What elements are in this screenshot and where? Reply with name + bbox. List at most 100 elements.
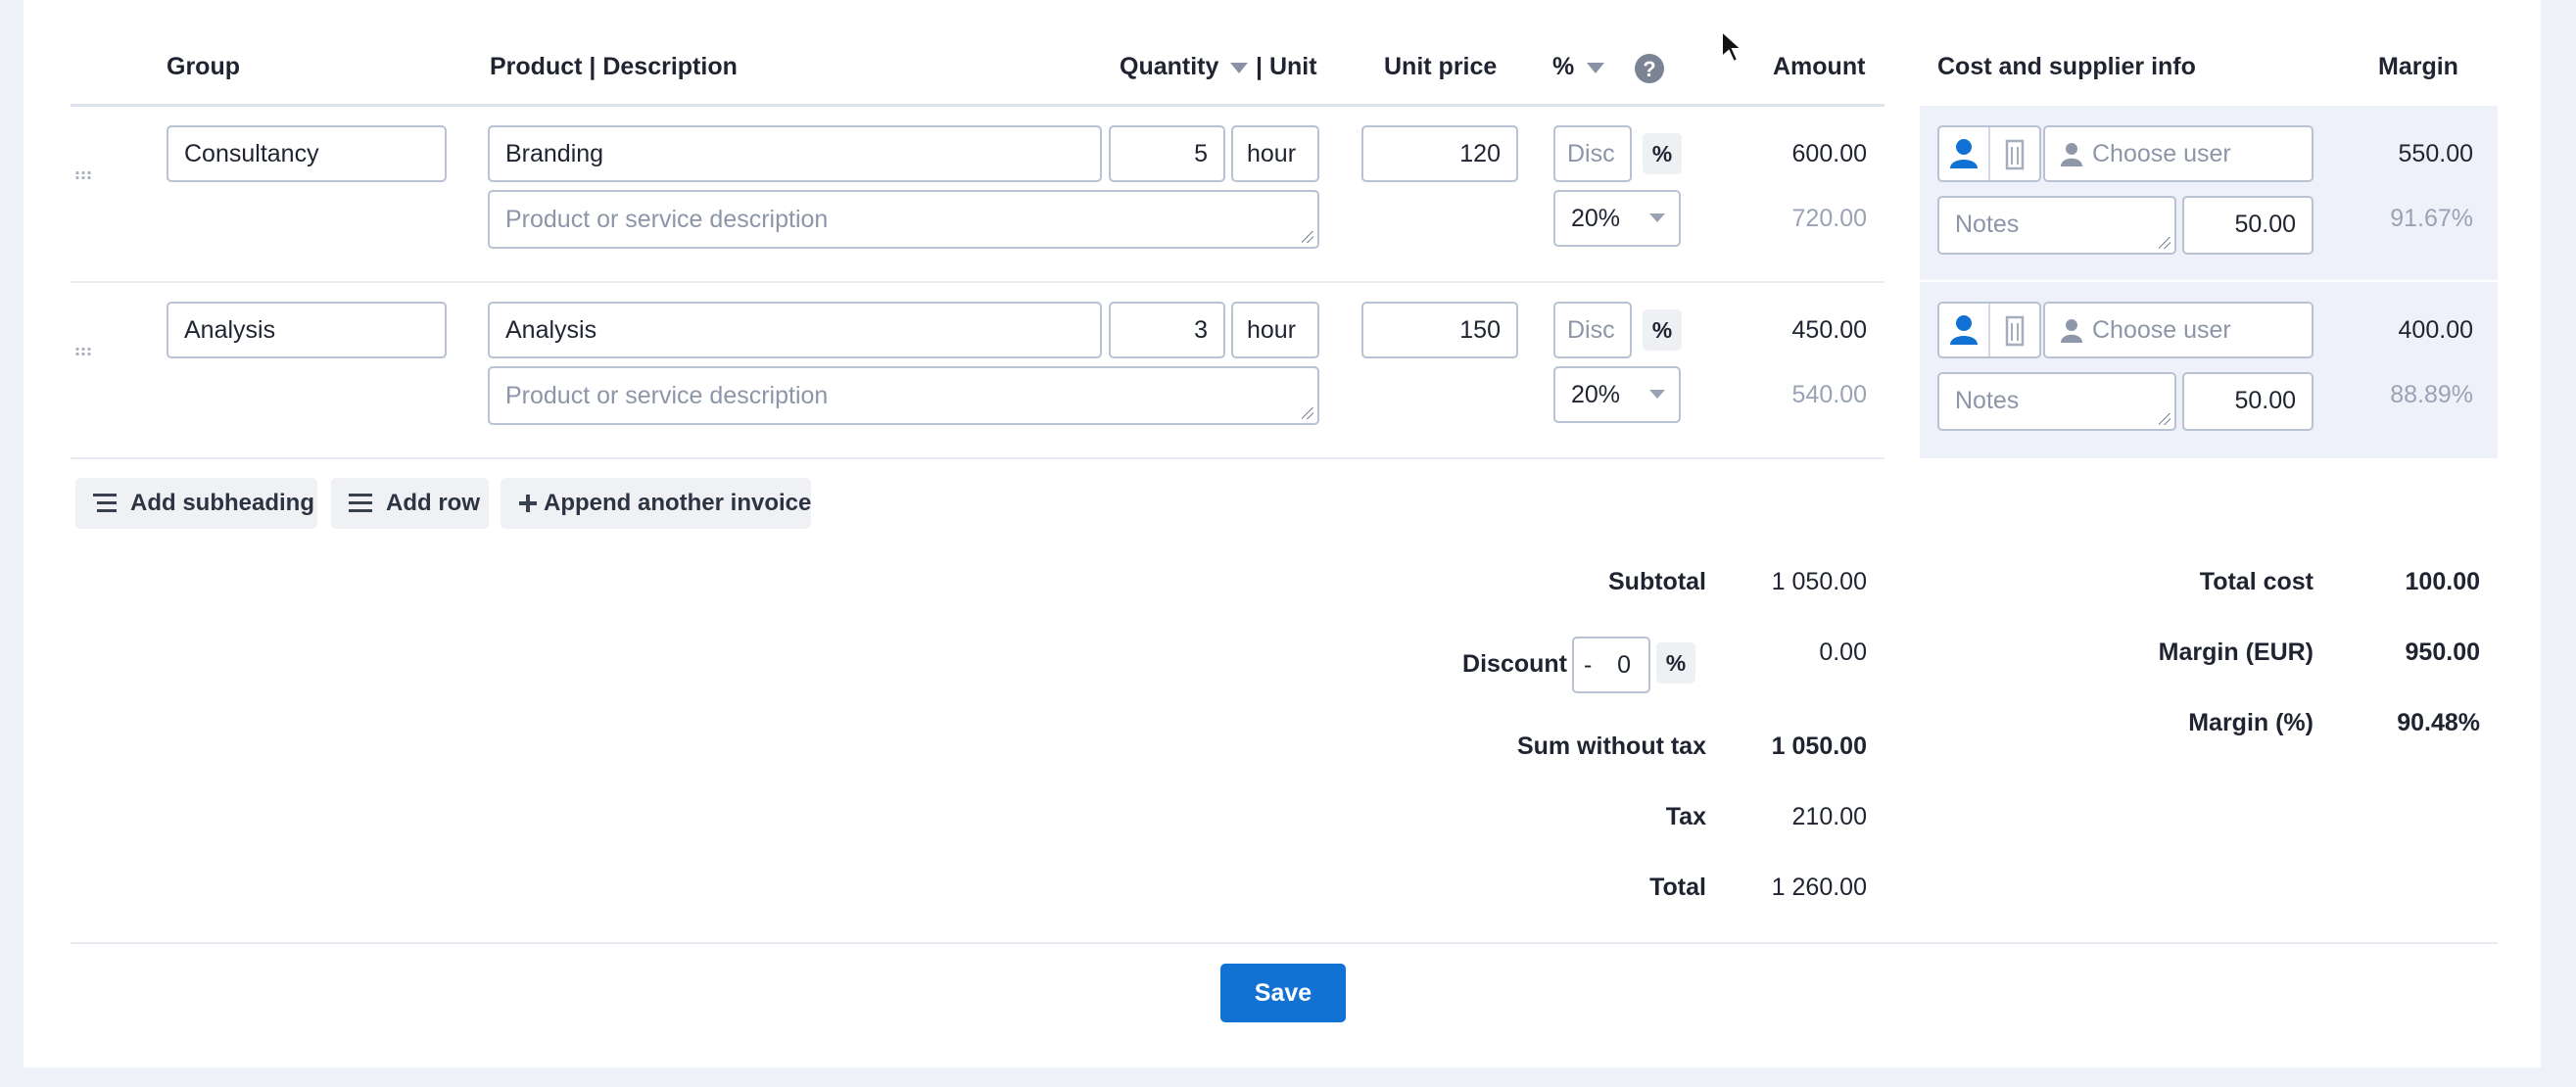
user-icon bbox=[2061, 319, 2082, 343]
sum-without-tax-value: 1 050.00 bbox=[1771, 733, 1867, 760]
vat-select[interactable]: 20% bbox=[1553, 366, 1681, 423]
group-input[interactable]: Analysis bbox=[167, 302, 447, 358]
cost-input[interactable]: 50.00 bbox=[2182, 372, 2314, 431]
notes-textarea[interactable]: Notes bbox=[1937, 372, 2176, 431]
sum-without-tax-label: Sum without tax bbox=[1516, 733, 1706, 760]
percent-dropdown-icon[interactable] bbox=[1587, 63, 1604, 74]
quantity-sort-icon[interactable] bbox=[1230, 63, 1248, 74]
product-input[interactable]: Analysis bbox=[488, 302, 1102, 358]
header-cost-info: Cost and supplier info bbox=[1937, 53, 2196, 80]
resize-grip-icon[interactable] bbox=[2159, 413, 2171, 425]
choose-user-input[interactable]: Choose user bbox=[2043, 125, 2314, 182]
unit-price-input[interactable]: 120 bbox=[1361, 125, 1518, 182]
notes-placeholder: Notes bbox=[1955, 211, 2020, 238]
vat-value: 20% bbox=[1571, 381, 1621, 408]
row-amount-with-tax: 720.00 bbox=[1791, 205, 1867, 232]
person-icon bbox=[1950, 315, 1978, 345]
add-row-button[interactable]: Add row bbox=[331, 478, 489, 529]
row-margin: 550.00 bbox=[2398, 140, 2473, 167]
discount-input[interactable]: Disc bbox=[1553, 302, 1632, 358]
append-invoice-label: Append another invoice bbox=[544, 490, 812, 516]
header-percent: % bbox=[1552, 53, 1575, 80]
drag-handle-icon[interactable] bbox=[74, 347, 92, 356]
person-icon bbox=[1950, 139, 1978, 168]
row-amount: 600.00 bbox=[1791, 140, 1867, 167]
discount-value: 0 bbox=[1617, 651, 1631, 679]
group-input[interactable]: Consultancy bbox=[167, 125, 447, 182]
chevron-down-icon bbox=[1649, 213, 1665, 222]
row-amount-with-tax: 540.00 bbox=[1791, 381, 1867, 408]
add-row-label: Add row bbox=[386, 490, 480, 516]
chevron-down-icon bbox=[1649, 390, 1665, 399]
resize-grip-icon[interactable] bbox=[1302, 231, 1313, 243]
quantity-input[interactable]: 5 bbox=[1109, 125, 1225, 182]
tax-value: 210.00 bbox=[1791, 803, 1867, 830]
description-textarea[interactable]: Product or service description bbox=[488, 366, 1319, 425]
svg-text:?: ? bbox=[1643, 57, 1655, 81]
total-value: 1 260.00 bbox=[1771, 874, 1867, 901]
company-type-button[interactable] bbox=[1990, 304, 2039, 356]
row-margin: 400.00 bbox=[2398, 316, 2473, 344]
unit-input[interactable]: hour bbox=[1231, 125, 1319, 182]
product-input[interactable]: Branding bbox=[488, 125, 1102, 182]
discount-label: Discount bbox=[1462, 650, 1567, 678]
total-cost-label: Total cost bbox=[2199, 568, 2314, 595]
resize-grip-icon[interactable] bbox=[2159, 237, 2171, 249]
header-margin: Margin bbox=[2378, 53, 2458, 80]
unit-input[interactable]: hour bbox=[1231, 302, 1319, 358]
choose-user-placeholder: Choose user bbox=[2092, 140, 2231, 167]
plus-icon bbox=[519, 495, 537, 512]
row-margin-percent: 88.89% bbox=[2390, 381, 2473, 408]
discount-amount: 0.00 bbox=[1819, 638, 1867, 666]
company-type-button[interactable] bbox=[1990, 127, 2039, 180]
unit-price-input[interactable]: 150 bbox=[1361, 302, 1518, 358]
user-type-toggle[interactable] bbox=[1937, 302, 2041, 358]
description-textarea[interactable]: Product or service description bbox=[488, 190, 1319, 249]
subtotal-value: 1 050.00 bbox=[1771, 568, 1867, 595]
person-type-button[interactable] bbox=[1939, 304, 1990, 356]
building-icon bbox=[2005, 139, 2025, 170]
row-divider bbox=[71, 457, 1884, 459]
header-divider bbox=[71, 104, 1884, 107]
subtotal-label: Subtotal bbox=[1608, 568, 1706, 595]
quantity-input[interactable]: 3 bbox=[1109, 302, 1225, 358]
help-icon[interactable]: ? bbox=[1634, 53, 1665, 84]
choose-user-placeholder: Choose user bbox=[2092, 316, 2231, 344]
total-cost-value: 100.00 bbox=[2405, 568, 2480, 595]
total-label: Total bbox=[1649, 874, 1706, 901]
row-margin-percent: 91.67% bbox=[2390, 205, 2473, 232]
margin-eur-value: 950.00 bbox=[2405, 638, 2480, 666]
user-type-toggle[interactable] bbox=[1937, 125, 2041, 182]
header-amount: Amount bbox=[1773, 53, 1866, 80]
append-invoice-button[interactable]: Append another invoice bbox=[501, 478, 811, 529]
add-subheading-button[interactable]: Add subheading bbox=[75, 478, 317, 529]
total-discount-percent-toggle[interactable]: % bbox=[1656, 642, 1695, 684]
vat-value: 20% bbox=[1571, 205, 1621, 232]
header-unit-price: Unit price bbox=[1384, 53, 1498, 80]
notes-textarea[interactable]: Notes bbox=[1937, 196, 2176, 255]
vat-select[interactable]: 20% bbox=[1553, 190, 1681, 247]
mouse-cursor-icon bbox=[1721, 29, 1743, 64]
discount-input[interactable]: Disc bbox=[1553, 125, 1632, 182]
choose-user-input[interactable]: Choose user bbox=[2043, 302, 2314, 358]
subheading-icon bbox=[93, 494, 117, 512]
resize-grip-icon[interactable] bbox=[1302, 407, 1313, 419]
header-group: Group bbox=[167, 53, 240, 80]
header-unit: | Unit bbox=[1256, 53, 1317, 80]
building-icon bbox=[2005, 315, 2025, 347]
rows-icon bbox=[349, 494, 372, 512]
tax-label: Tax bbox=[1665, 803, 1706, 830]
save-button[interactable]: Save bbox=[1220, 964, 1346, 1022]
header-product: Product | Description bbox=[490, 53, 738, 80]
header-quantity: Quantity bbox=[1120, 53, 1219, 80]
margin-pct-label: Margin (%) bbox=[2188, 709, 2314, 736]
person-type-button[interactable] bbox=[1939, 127, 1990, 180]
row-divider bbox=[71, 281, 1884, 283]
total-discount-input[interactable]: - 0 bbox=[1572, 637, 1650, 693]
notes-placeholder: Notes bbox=[1955, 387, 2020, 414]
drag-handle-icon[interactable] bbox=[74, 170, 92, 180]
cost-input[interactable]: 50.00 bbox=[2182, 196, 2314, 255]
add-subheading-label: Add subheading bbox=[130, 490, 314, 516]
user-icon bbox=[2061, 143, 2082, 166]
margin-eur-label: Margin (EUR) bbox=[2158, 638, 2314, 666]
